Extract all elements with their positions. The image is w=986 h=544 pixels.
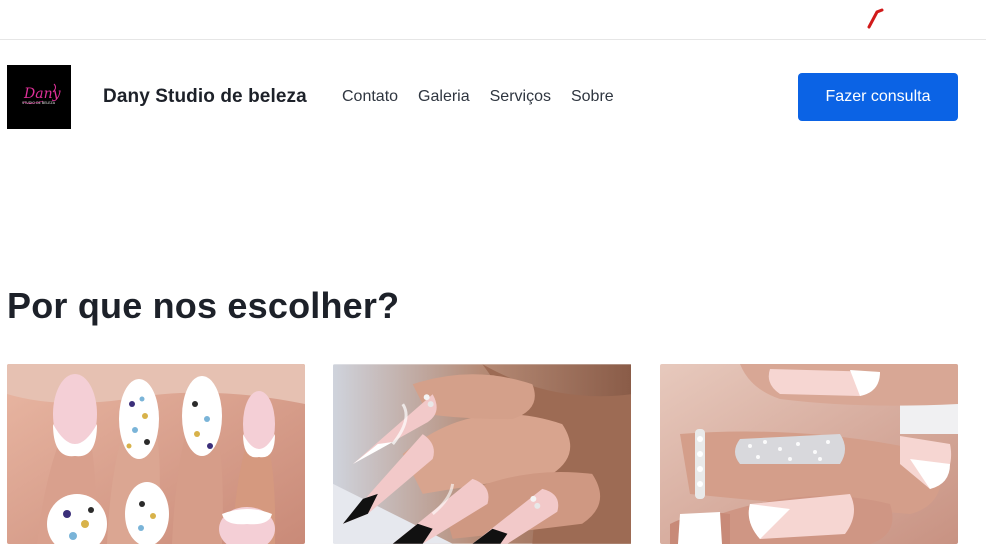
nail-photo-stiletto-black-tips-icon <box>333 364 631 544</box>
nav-link-servicos[interactable]: Serviços <box>490 88 551 106</box>
nav-link-galeria[interactable]: Galeria <box>418 88 470 106</box>
pen-mark-icon <box>867 8 884 29</box>
gallery-image-3 <box>660 364 958 544</box>
main-nav: Contato Galeria Serviços Sobre <box>342 88 634 106</box>
nail-photo-leopard-french-icon <box>7 364 305 544</box>
browser-top-strip <box>0 0 986 40</box>
gallery-row <box>7 364 959 544</box>
nail-photo-white-french-glitter-icon <box>660 364 958 544</box>
gallery-image-2 <box>333 364 632 544</box>
brand-logo[interactable]: Dany STUDIO DE BELEZA <box>7 65 71 129</box>
logo-mark-icon: Dany STUDIO DE BELEZA <box>7 65 71 129</box>
gallery-image-1 <box>7 364 305 544</box>
brand-name[interactable]: Dany Studio de beleza <box>103 86 307 108</box>
site-header: Dany STUDIO DE BELEZA Dany Studio de bel… <box>0 40 986 155</box>
nav-link-contato[interactable]: Contato <box>342 88 398 106</box>
book-consultation-button[interactable]: Fazer consulta <box>798 73 958 121</box>
section-title: Por que nos escolher? <box>7 285 400 326</box>
nav-link-sobre[interactable]: Sobre <box>571 88 614 106</box>
